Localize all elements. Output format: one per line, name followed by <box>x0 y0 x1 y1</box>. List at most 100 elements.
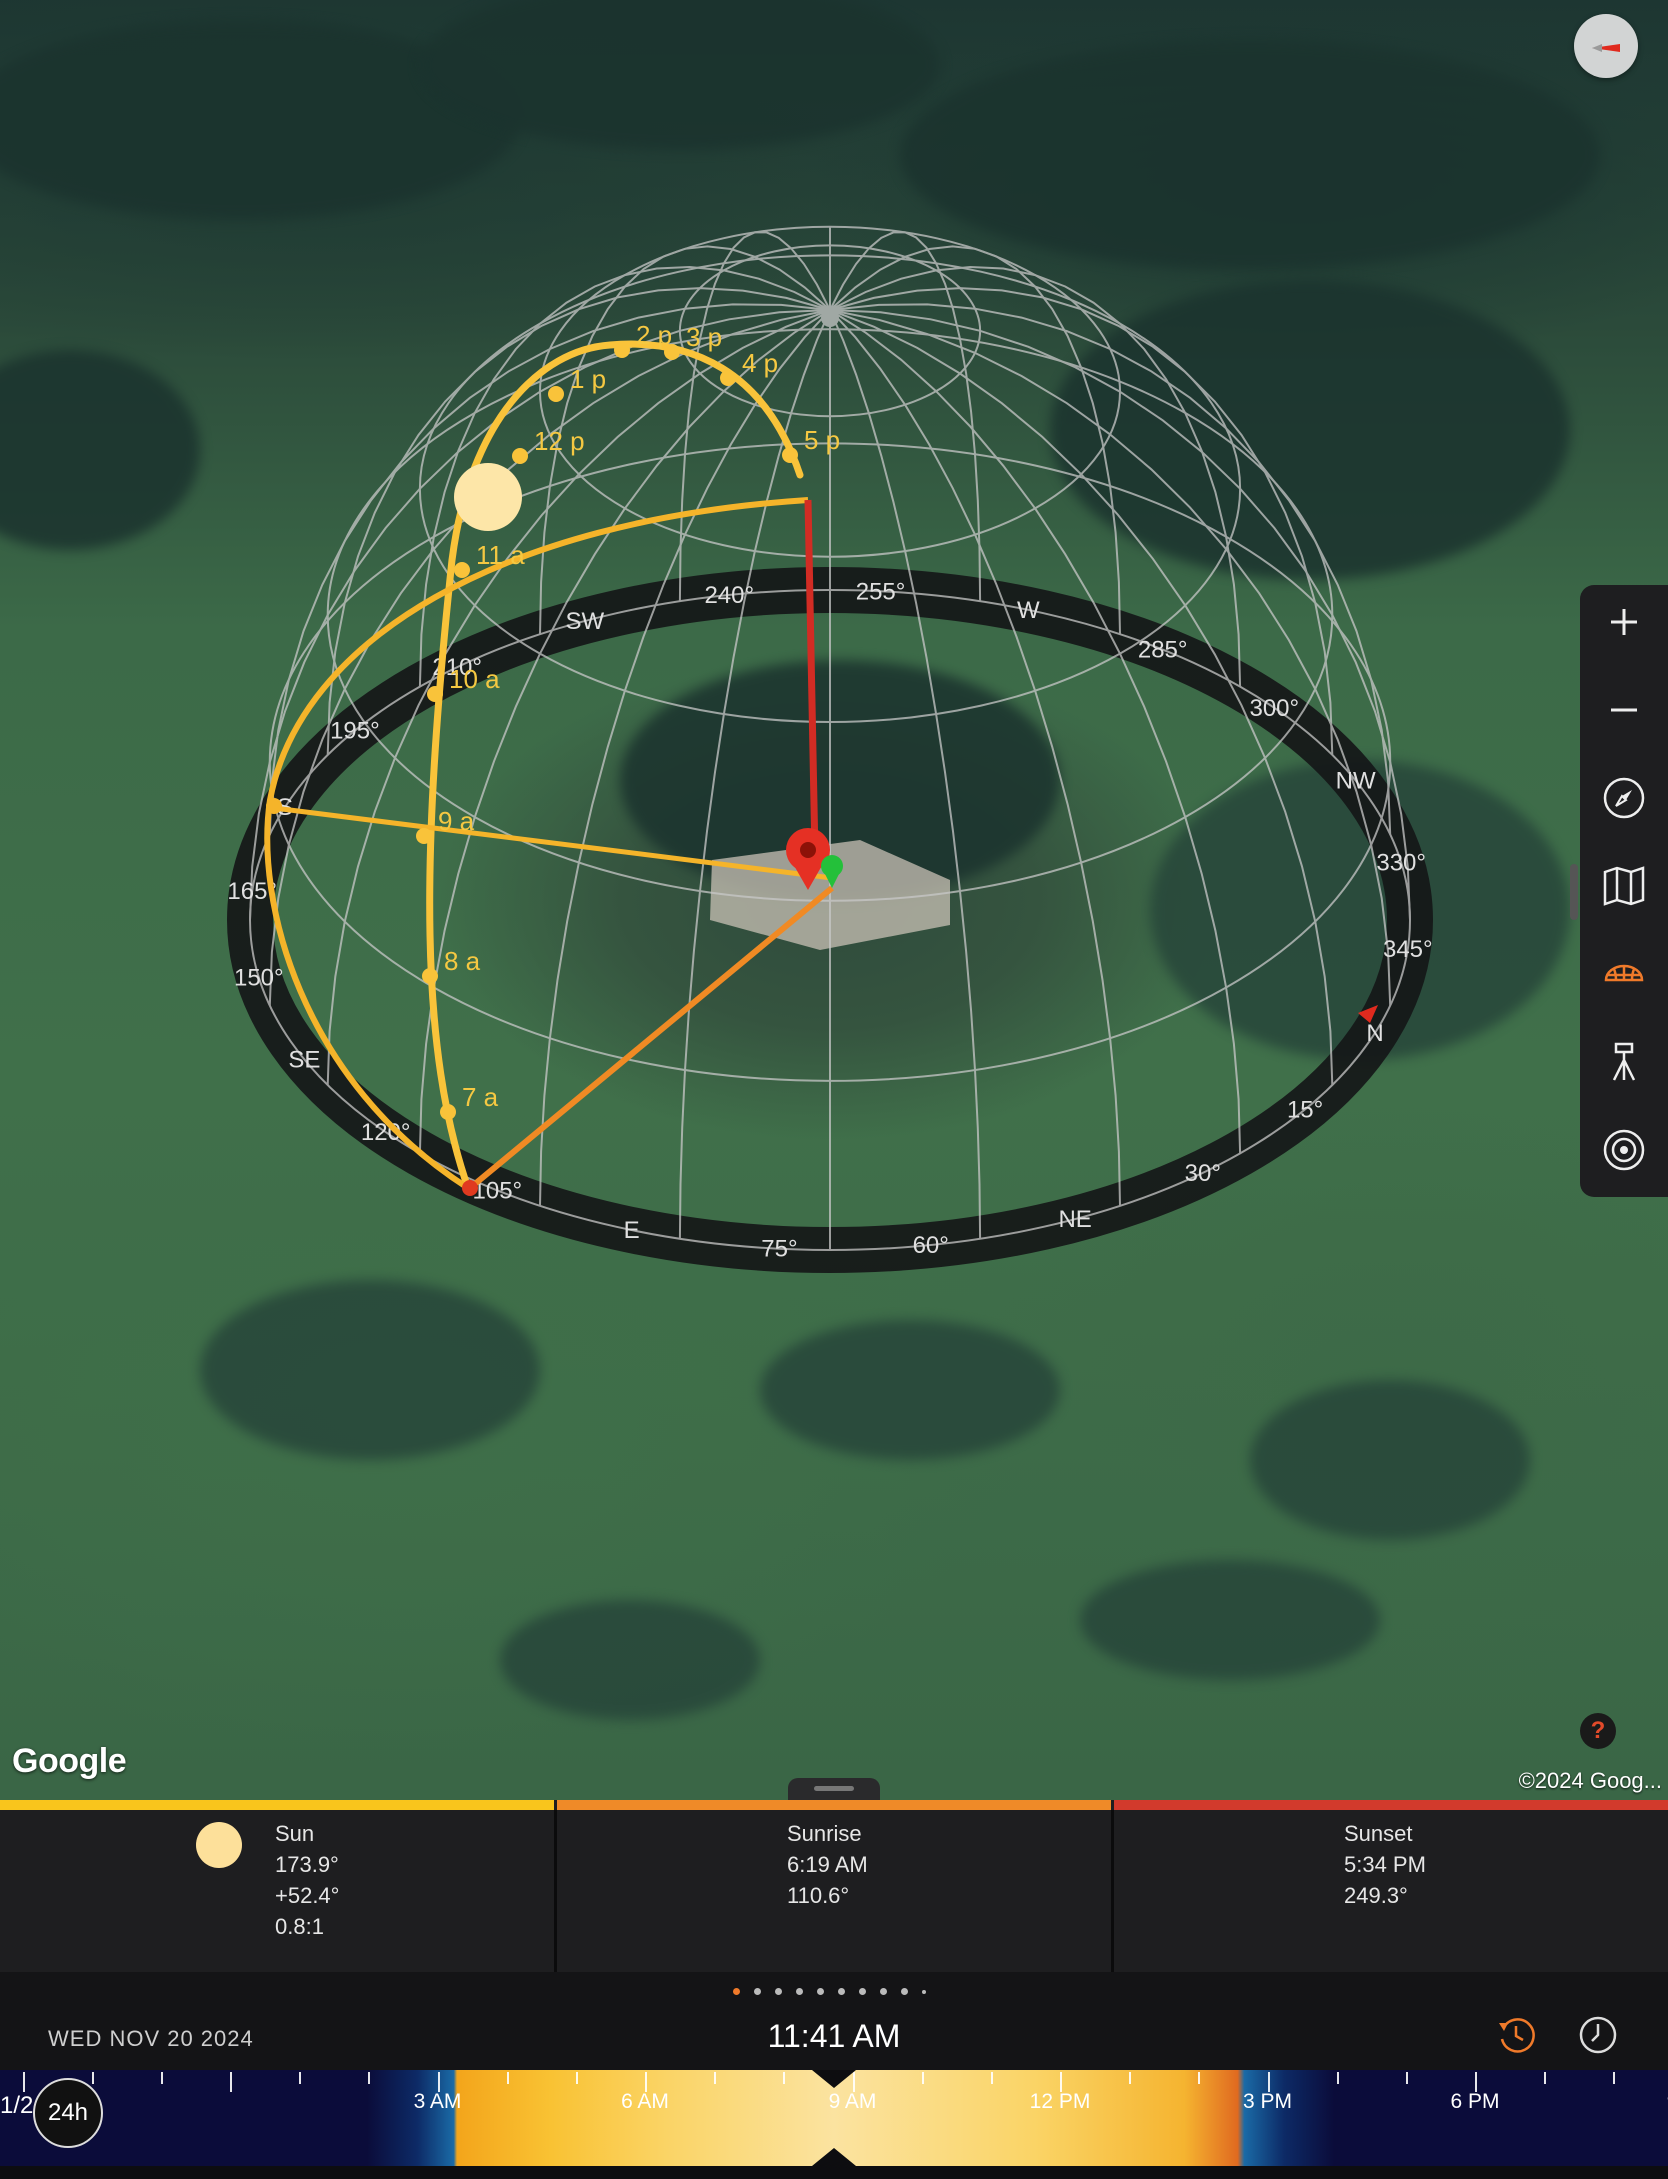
clock-icon <box>1579 2016 1617 2054</box>
tripod-button[interactable] <box>1580 1027 1668 1097</box>
timeline-tick <box>160 2072 163 2084</box>
sun-icon <box>196 1822 242 1868</box>
sun-paths <box>264 340 834 1196</box>
sunrise-card[interactable]: Sunrise 6:19 AM 110.6° <box>557 1800 1111 1972</box>
hour-marker <box>720 370 736 386</box>
page-indicator[interactable] <box>0 1972 1668 2010</box>
toolbar-handle[interactable] <box>1570 864 1578 920</box>
sunset-card[interactable]: Sunset 5:34 PM 249.3° <box>1114 1800 1668 1972</box>
map-type-button[interactable] <box>1580 851 1668 921</box>
timeline-tick <box>91 2072 94 2084</box>
clock-button[interactable] <box>1578 2015 1618 2055</box>
sun-position-marker[interactable] <box>454 463 522 531</box>
timeline-tick <box>1544 2072 1547 2084</box>
ring-label: 240° <box>704 582 754 609</box>
hour-marker <box>512 448 528 464</box>
help-button[interactable]: ? <box>1580 1713 1616 1749</box>
ring-label: 330° <box>1376 850 1426 877</box>
page-dot[interactable] <box>859 1988 866 1995</box>
compass-button[interactable] <box>1580 763 1668 833</box>
hour-label: 2 p <box>636 320 672 350</box>
sunrise-direction-line <box>468 885 834 1191</box>
sunset-direction-line <box>804 499 819 856</box>
sunset-azimuth: 249.3° <box>1344 1883 1408 1908</box>
sun-dome-button[interactable] <box>1580 939 1668 1009</box>
24h-toggle[interactable]: 24h <box>33 2078 103 2148</box>
page-dot[interactable] <box>733 1988 740 1995</box>
map-copyright[interactable]: ©2024 Goog... <box>1519 1768 1662 1794</box>
ring-label: 75° <box>761 1236 797 1263</box>
ring-label: E <box>624 1217 640 1244</box>
timeline-tick <box>1060 2072 1062 2092</box>
page-dot[interactable] <box>775 1988 782 1995</box>
timeline-tick <box>575 2072 578 2084</box>
sunset-title: Sunset <box>1344 1821 1413 1846</box>
hour-label: 10 a <box>449 664 500 694</box>
timeline-tick <box>1336 2072 1339 2084</box>
compass-needle-icon <box>1592 44 1620 52</box>
ring-label: 255° <box>856 578 906 605</box>
timeline-left-fragment: 1/2 <box>0 2092 34 2119</box>
sunrise-time: 6:19 AM <box>787 1852 868 1877</box>
hour-label: 8 a <box>444 946 481 976</box>
timeline-label: 9 AM <box>828 2090 877 2113</box>
current-time-marker <box>812 2148 856 2166</box>
sun-card[interactable]: Sun 173.9° +52.4° 0.8:1 <box>0 1800 554 1972</box>
sunrise-color-bar <box>557 1800 1111 1810</box>
timeline-label: 6 AM <box>621 2090 669 2113</box>
hour-marker <box>422 968 438 984</box>
map-view[interactable]: 240° 255° W 285° 300° NW 330° 345° N 15° 30° NE 60° 7… <box>0 0 1668 1800</box>
hour-label: 1 p <box>570 364 606 394</box>
hour-labels: 7 a 8 a 9 a 10 a 11 a 12 p 1 p 2 p 3 p 4 p 5 p <box>438 320 840 1112</box>
google-logo: Google <box>12 1742 127 1780</box>
history-clock-icon <box>1499 2018 1535 2053</box>
ring-label: 345° <box>1383 936 1433 963</box>
ring-label: NW <box>1336 768 1376 795</box>
tripod-icon <box>1612 1042 1636 1081</box>
compass-rose-button[interactable] <box>1574 14 1638 78</box>
time-reset-button[interactable] <box>1496 2015 1536 2055</box>
ring-label: NE <box>1058 1206 1091 1233</box>
info-panel: Sun 173.9° +52.4° 0.8:1 Sunrise 6:19 AM … <box>0 1800 1668 1972</box>
hour-label: 7 a <box>462 1082 499 1112</box>
page-dot[interactable] <box>817 1988 824 1995</box>
timeline-tick <box>1198 2072 1201 2084</box>
map-icon <box>1603 866 1645 906</box>
timeline-label: 12 PM <box>1029 2090 1091 2113</box>
page-dot[interactable] <box>880 1988 887 1995</box>
sunset-color-bar <box>1114 1800 1668 1810</box>
sunset-time: 5:34 PM <box>1344 1852 1426 1877</box>
timeline-tick <box>783 2072 786 2084</box>
sun-horizon-point <box>266 798 282 814</box>
minus-icon <box>1611 708 1637 712</box>
ring-label: W <box>1017 597 1040 624</box>
page-dot[interactable] <box>796 1988 803 1995</box>
page-dot[interactable] <box>901 1988 908 1995</box>
map-toolbar <box>1580 585 1668 1197</box>
target-button[interactable] <box>1580 1115 1668 1185</box>
ring-label: SW <box>566 608 605 635</box>
zoom-in-button[interactable] <box>1580 587 1668 657</box>
page-dot[interactable] <box>922 1990 926 1994</box>
bottom-strip <box>0 2166 1668 2179</box>
hour-label: 3 p <box>686 322 722 352</box>
zoom-out-button[interactable] <box>1580 675 1668 745</box>
page-dot[interactable] <box>838 1988 845 1995</box>
sun-path-dome: 240° 255° W 285° 300° NW 330° 345° N 15° 30° NE 60° 7… <box>227 225 1433 1273</box>
timeline-label: 3 PM <box>1242 2090 1293 2113</box>
sunrise-point <box>462 1180 478 1196</box>
timeline-tick <box>1475 2072 1477 2092</box>
ring-label: 15° <box>1287 1096 1323 1123</box>
timeline-tick <box>1613 2072 1616 2084</box>
drawer-handle[interactable] <box>788 1778 880 1800</box>
hour-marker <box>454 562 470 578</box>
timeline-tick <box>921 2072 924 2084</box>
timeline-label: 3 AM <box>413 2090 462 2113</box>
sun-elevation: +52.4° <box>275 1883 340 1908</box>
ring-label: 150° <box>234 964 284 991</box>
page-dot[interactable] <box>754 1988 761 1995</box>
hour-marker <box>548 386 564 402</box>
time-label[interactable]: 11:41 AM <box>0 2018 1668 2055</box>
hour-marker <box>440 1104 456 1120</box>
sun-color-bar <box>0 1800 554 1810</box>
